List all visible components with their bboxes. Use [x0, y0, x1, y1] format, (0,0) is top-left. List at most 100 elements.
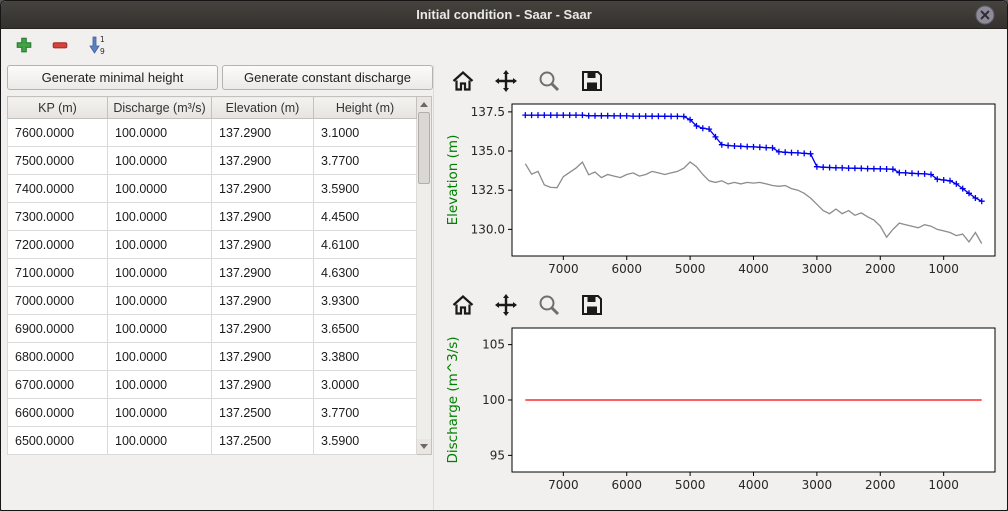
table-cell[interactable]: 4.4500 [314, 203, 417, 231]
table-cell[interactable]: 137.2500 [212, 399, 314, 427]
save-button[interactable] [579, 292, 605, 318]
home-button[interactable] [450, 68, 476, 94]
table-cell[interactable]: 100.0000 [108, 399, 212, 427]
table-cell[interactable]: 4.6300 [314, 259, 417, 287]
table-cell[interactable]: 7500.0000 [8, 147, 108, 175]
table-cell[interactable]: 7200.0000 [8, 231, 108, 259]
right-panel: 7000600050004000300020001000130.0132.513… [433, 65, 1004, 510]
svg-text:9: 9 [100, 47, 105, 55]
table-cell[interactable]: 100.0000 [108, 259, 212, 287]
table-cell[interactable]: 6500.0000 [8, 427, 108, 455]
table-cell[interactable]: 7300.0000 [8, 203, 108, 231]
scrollbar-track[interactable] [417, 112, 431, 439]
add-row-button[interactable] [13, 33, 35, 59]
sort-1-9-icon: 1 9 [87, 35, 107, 55]
table-cell[interactable]: 100.0000 [108, 147, 212, 175]
table-cell[interactable]: 100.0000 [108, 231, 212, 259]
save-button[interactable] [579, 68, 605, 94]
table-cell[interactable]: 100.0000 [108, 315, 212, 343]
table-cell[interactable]: 3.0000 [314, 371, 417, 399]
table-cell[interactable]: 100.0000 [108, 175, 212, 203]
triangle-down-icon [420, 444, 428, 449]
close-button[interactable] [975, 5, 995, 25]
table-cell[interactable]: 137.2900 [212, 315, 314, 343]
table-cell[interactable]: 100.0000 [108, 287, 212, 315]
pan-button[interactable] [493, 292, 519, 318]
svg-text:137.5: 137.5 [471, 105, 505, 119]
scrollbar-thumb[interactable] [418, 112, 430, 184]
table-cell[interactable]: 3.5900 [314, 175, 417, 203]
generate-minimal-height-button[interactable]: Generate minimal height [7, 65, 218, 90]
zoom-button[interactable] [536, 68, 562, 94]
table-cell[interactable]: 3.5900 [314, 427, 417, 455]
table-row: 6700.0000100.0000137.29003.0000 [8, 371, 417, 399]
table-cell[interactable]: 6900.0000 [8, 315, 108, 343]
table-cell[interactable]: 100.0000 [108, 371, 212, 399]
table-cell[interactable]: 100.0000 [108, 343, 212, 371]
svg-text:2000: 2000 [865, 262, 896, 276]
scroll-up-button[interactable] [417, 97, 431, 112]
table-cell[interactable]: 3.7700 [314, 399, 417, 427]
add-icon [15, 36, 33, 54]
discharge-chart[interactable]: 700060005000400030002000100095100105Disc… [442, 321, 1004, 499]
svg-text:95: 95 [490, 448, 505, 462]
svg-text:Elevation (m): Elevation (m) [445, 135, 461, 226]
table-cell[interactable]: 3.6500 [314, 315, 417, 343]
table-cell[interactable]: 100.0000 [108, 203, 212, 231]
table-cell[interactable]: 6800.0000 [8, 343, 108, 371]
table-cell[interactable]: 7600.0000 [8, 119, 108, 147]
svg-text:1: 1 [100, 35, 105, 44]
svg-text:6000: 6000 [611, 478, 642, 492]
svg-text:2000: 2000 [865, 478, 896, 492]
table-cell[interactable]: 137.2900 [212, 259, 314, 287]
table-cell[interactable]: 137.2500 [212, 427, 314, 455]
table-cell[interactable]: 6700.0000 [8, 371, 108, 399]
table-cell[interactable]: 7100.0000 [8, 259, 108, 287]
table-cell[interactable]: 100.0000 [108, 427, 212, 455]
svg-text:Discharge (m^3/s): Discharge (m^3/s) [445, 336, 461, 463]
column-header[interactable]: Height (m) [314, 97, 417, 119]
discharge-chart-toolbar [442, 289, 1004, 321]
svg-text:130.0: 130.0 [471, 222, 505, 236]
table-cell[interactable]: 137.2900 [212, 175, 314, 203]
table-row: 6900.0000100.0000137.29003.6500 [8, 315, 417, 343]
table-cell[interactable]: 6600.0000 [8, 399, 108, 427]
remove-icon [51, 36, 69, 54]
table-cell[interactable]: 7400.0000 [8, 175, 108, 203]
column-header[interactable]: Elevation (m) [212, 97, 314, 119]
save-icon [580, 69, 604, 93]
svg-text:132.5: 132.5 [471, 183, 505, 197]
table-cell[interactable]: 3.3800 [314, 343, 417, 371]
svg-text:4000: 4000 [738, 478, 769, 492]
zoom-button[interactable] [536, 292, 562, 318]
table-cell[interactable]: 137.2900 [212, 287, 314, 315]
column-header[interactable]: KP (m) [8, 97, 108, 119]
table-cell[interactable]: 3.7700 [314, 147, 417, 175]
table-scrollbar[interactable] [417, 96, 432, 455]
left-panel: Generate minimal height Generate constan… [7, 65, 433, 510]
table-cell[interactable]: 4.6100 [314, 231, 417, 259]
save-icon [580, 293, 604, 317]
table-cell[interactable]: 3.1000 [314, 119, 417, 147]
table-cell[interactable]: 3.9300 [314, 287, 417, 315]
generate-constant-discharge-button[interactable]: Generate constant discharge [222, 65, 433, 90]
column-header[interactable]: Discharge (m³/s) [108, 97, 212, 119]
pan-button[interactable] [493, 68, 519, 94]
table-cell[interactable]: 137.2900 [212, 119, 314, 147]
sort-button[interactable]: 1 9 [85, 33, 109, 59]
table-cell[interactable]: 137.2900 [212, 203, 314, 231]
table-cell[interactable]: 7000.0000 [8, 287, 108, 315]
table-cell[interactable]: 137.2900 [212, 147, 314, 175]
table-cell[interactable]: 100.0000 [108, 119, 212, 147]
elevation-chart[interactable]: 7000600050004000300020001000130.0132.513… [442, 97, 1004, 283]
scroll-down-button[interactable] [417, 439, 431, 454]
triangle-up-icon [420, 102, 428, 107]
home-button[interactable] [450, 292, 476, 318]
table-cell[interactable]: 137.2900 [212, 231, 314, 259]
window-title: Initial condition - Saar - Saar [416, 7, 592, 22]
svg-text:5000: 5000 [675, 262, 706, 276]
table-cell[interactable]: 137.2900 [212, 371, 314, 399]
table-cell[interactable]: 137.2900 [212, 343, 314, 371]
remove-row-button[interactable] [49, 33, 71, 59]
titlebar[interactable]: Initial condition - Saar - Saar [1, 1, 1007, 29]
